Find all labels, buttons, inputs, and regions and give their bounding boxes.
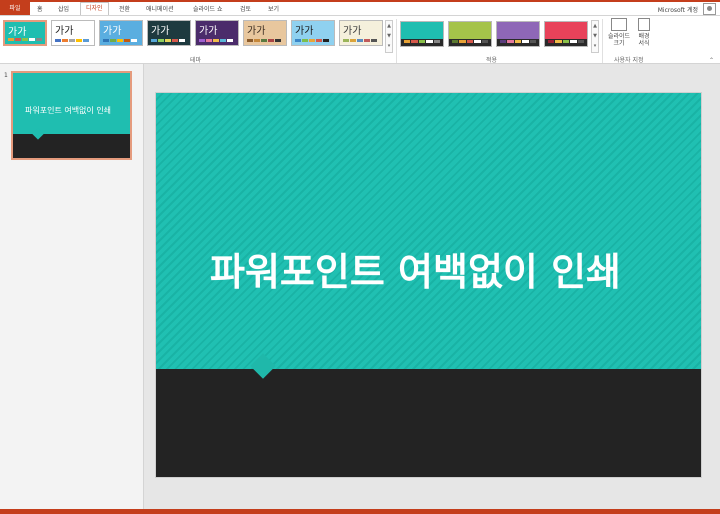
theme-option[interactable]: 가가 xyxy=(243,20,287,46)
collapse-ribbon-icon[interactable]: ⌃ xyxy=(709,57,714,64)
slide-size-icon xyxy=(611,18,627,31)
tab-animations[interactable]: 애니메이션 xyxy=(146,4,174,13)
variant-color-swatches xyxy=(404,40,441,43)
theme-option[interactable]: 가가 xyxy=(51,20,95,46)
format-background-button[interactable]: 배경 서식 xyxy=(635,18,653,47)
theme-option[interactable]: 가가 xyxy=(99,20,143,46)
theme-color-swatches xyxy=(343,39,377,42)
slide-size-button[interactable]: 슬라이드 크기 xyxy=(605,18,633,47)
themes-group-label: 테마 xyxy=(190,57,202,64)
ribbon-design: 가가 가가 가가 가가 가가 가가 가가 가가 ▲ ▼ ▾ 테마 ▲ ▼ ▾ 적용 슬라이드 크기 배… xyxy=(0,15,720,64)
theme-color-swatches xyxy=(199,39,233,42)
thumbnail-title: 파워포인트 여백없이 인쇄 xyxy=(25,106,112,115)
theme-sample-text: 가가 xyxy=(247,26,266,37)
tab-home[interactable]: 홈 xyxy=(37,4,43,13)
variant-color-swatches xyxy=(500,40,537,43)
theme-color-swatches xyxy=(8,38,42,41)
variant-color-swatches xyxy=(452,40,489,43)
theme-option[interactable]: 가가 xyxy=(195,20,239,46)
theme-color-swatches xyxy=(151,39,185,42)
format-background-icon xyxy=(638,18,650,31)
tab-insert[interactable]: 삽입 xyxy=(58,4,69,13)
tab-review[interactable]: 검토 xyxy=(240,4,251,13)
theme-sample-text: 가가 xyxy=(199,26,218,37)
slide-number: 1 xyxy=(4,72,8,79)
tab-design[interactable]: 디자인 xyxy=(80,2,109,16)
slide-title-band xyxy=(156,93,701,369)
account-label[interactable]: Microsoft 계정 xyxy=(658,5,698,14)
theme-color-swatches xyxy=(103,39,137,42)
tab-slideshow[interactable]: 슬라이드 쇼 xyxy=(193,4,223,13)
theme-sample-text: 가가 xyxy=(343,26,362,37)
theme-color-swatches xyxy=(295,39,329,42)
variants-group-label: 적용 xyxy=(486,57,498,64)
customize-group-label: 사용자 지정 xyxy=(614,57,644,64)
slide-canvas[interactable]: 파워포인트 여백없이 인쇄 xyxy=(155,92,702,478)
theme-sample-text: 가가 xyxy=(103,26,122,37)
tab-view[interactable]: 보기 xyxy=(268,4,279,13)
variant-option[interactable] xyxy=(400,21,444,47)
theme-color-swatches xyxy=(247,39,281,42)
slide-size-label: 슬라이드 크기 xyxy=(607,33,631,47)
theme-sample-text: 가가 xyxy=(295,26,314,37)
slide-title[interactable]: 파워포인트 여백없이 인쇄 xyxy=(210,248,650,296)
format-background-label: 배경 서식 xyxy=(638,33,650,47)
variant-option[interactable] xyxy=(544,21,588,47)
slide-thumbnail[interactable]: 파워포인트 여백없이 인쇄 xyxy=(11,71,132,160)
ribbon-tab-bar: 파일 홈 삽입 디자인 전환 애니메이션 슬라이드 쇼 검토 보기 Micros… xyxy=(0,0,720,16)
tab-file[interactable]: 파일 xyxy=(0,2,30,15)
variant-option[interactable] xyxy=(448,21,492,47)
theme-option[interactable]: 가가 xyxy=(291,20,335,46)
theme-sample-text: 가가 xyxy=(151,26,170,37)
theme-option[interactable]: 가가 xyxy=(3,20,47,46)
thumbnail-bottom xyxy=(13,134,130,158)
group-separator xyxy=(396,19,397,63)
thumbnail-top xyxy=(13,73,130,134)
variant-color-swatches xyxy=(548,40,585,43)
slide-editing-area: 파워포인트 여백없이 인쇄 xyxy=(144,64,720,509)
theme-sample-text: 가가 xyxy=(55,26,74,37)
theme-sample-text: 가가 xyxy=(8,27,27,38)
themes-scroll-icon[interactable]: ▲ ▼ ▾ xyxy=(385,20,393,53)
theme-option[interactable]: 가가 xyxy=(339,20,383,46)
tab-transitions[interactable]: 전환 xyxy=(119,4,130,13)
slide-thumbnails-pane: 1 파워포인트 여백없이 인쇄 xyxy=(0,64,144,509)
avatar-icon[interactable] xyxy=(703,3,716,15)
variants-scroll-icon[interactable]: ▲ ▼ ▾ xyxy=(591,20,599,53)
group-separator xyxy=(602,19,603,63)
theme-option[interactable]: 가가 xyxy=(147,20,191,46)
theme-color-swatches xyxy=(55,39,89,42)
variant-option[interactable] xyxy=(496,21,540,47)
status-bar xyxy=(0,509,720,514)
